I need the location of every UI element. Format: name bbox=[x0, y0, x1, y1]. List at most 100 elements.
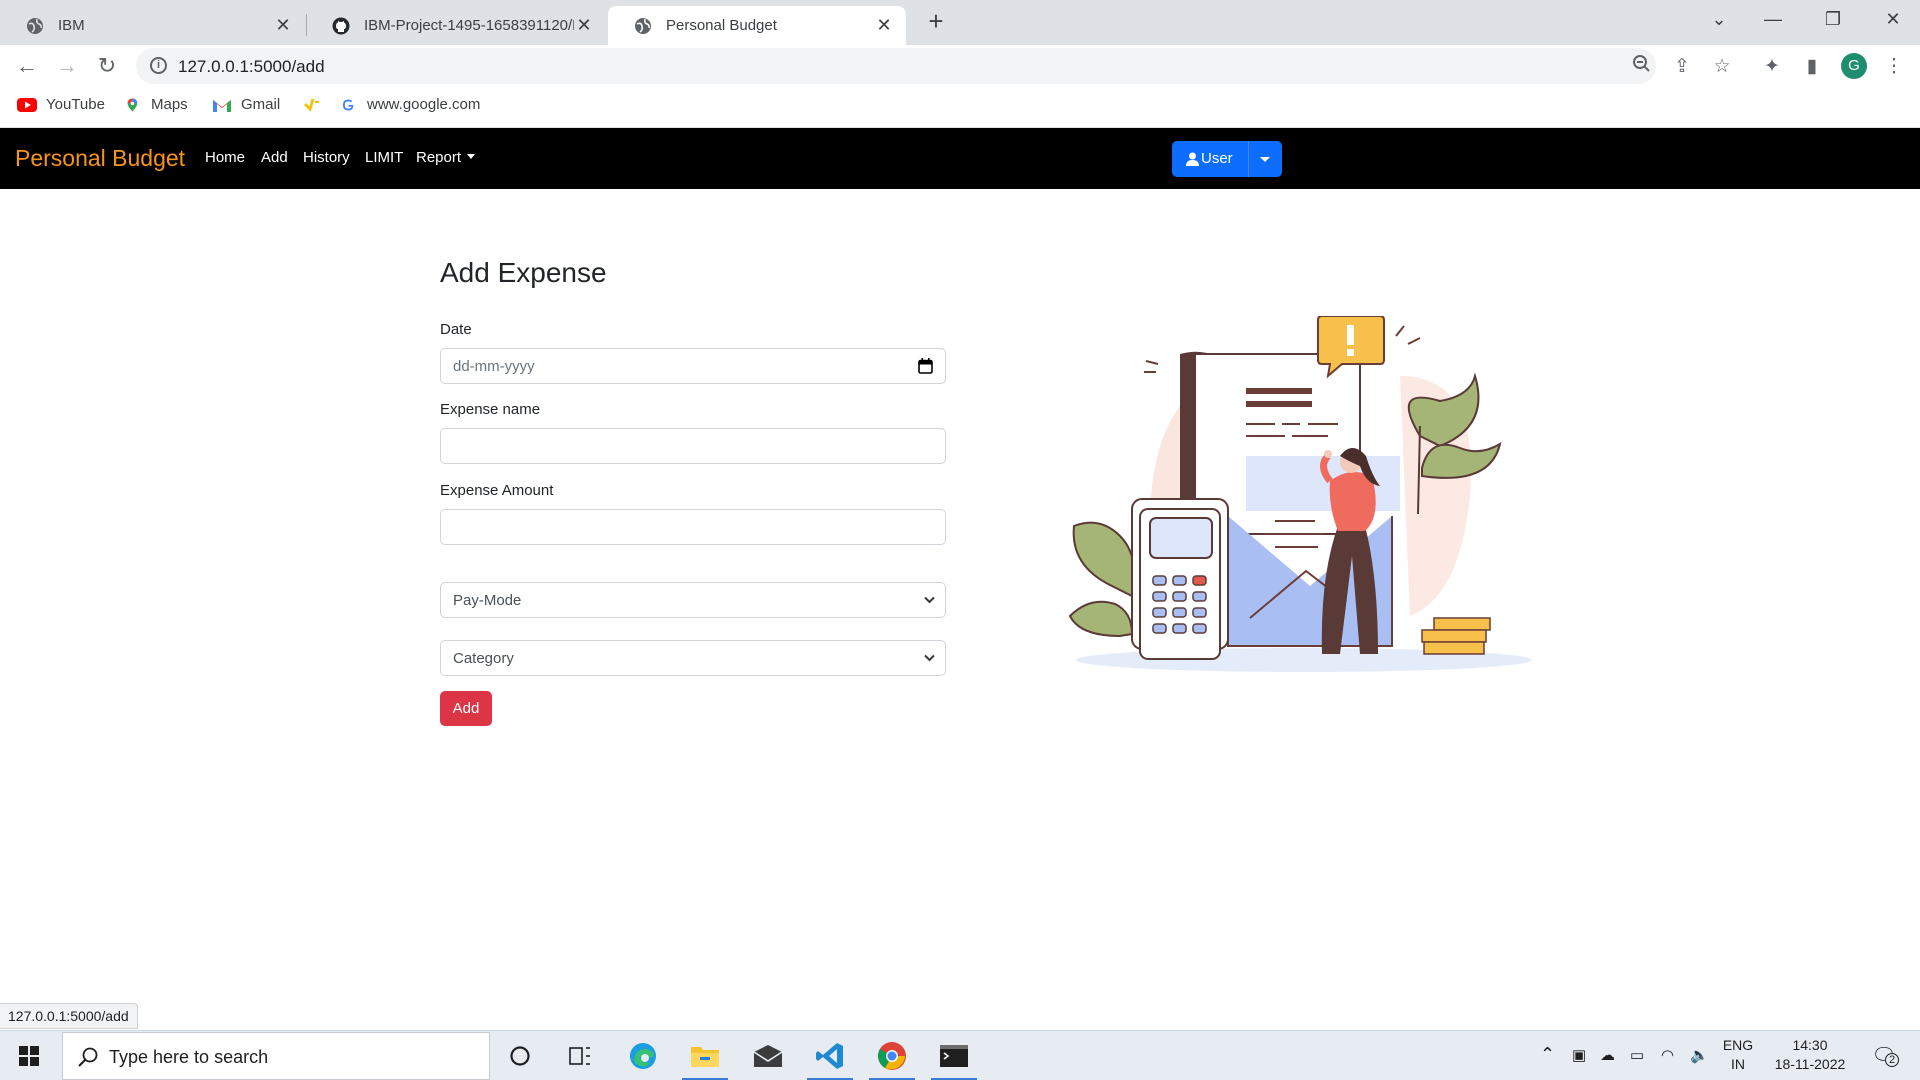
expense-name-label: Expense name bbox=[440, 401, 541, 418]
paymode-selected: Pay-Mode bbox=[453, 591, 522, 609]
bookmark-star-icon[interactable]: ☆ bbox=[1709, 54, 1735, 80]
nav-history[interactable]: History bbox=[303, 149, 350, 166]
category-select[interactable]: Category bbox=[440, 640, 946, 676]
category-selected: Category bbox=[453, 649, 514, 667]
forward-button[interactable]: → bbox=[52, 51, 82, 81]
expense-amount-input[interactable] bbox=[440, 509, 946, 545]
windows-start-icon[interactable] bbox=[19, 1046, 39, 1066]
language-code: ENG bbox=[1722, 1037, 1754, 1053]
brand-logo[interactable]: Personal Budget bbox=[15, 145, 185, 172]
bookmark-youtube[interactable]: YouTube bbox=[17, 96, 105, 113]
url-text[interactable]: 127.0.0.1:5000/add bbox=[178, 57, 325, 77]
volume-icon[interactable]: 🔈 bbox=[1690, 1046, 1709, 1064]
tab-search-icon[interactable]: ⌄ bbox=[1699, 6, 1739, 32]
bookmarks-bar: YouTube Maps Gmail www.google.com bbox=[0, 87, 1920, 128]
github-icon bbox=[332, 17, 350, 34]
onedrive-icon[interactable]: ☁ bbox=[1600, 1046, 1615, 1064]
back-button[interactable]: ← bbox=[12, 51, 42, 81]
close-window-button[interactable]: ✕ bbox=[1873, 6, 1913, 32]
windows-taskbar: Type here to search ⌃ ▣ ☁ ▭ ◠ 🔈 ENG IN 1… bbox=[0, 1030, 1920, 1080]
battery-icon[interactable]: ▭ bbox=[1630, 1046, 1644, 1064]
nav-report-dropdown[interactable]: Report bbox=[416, 149, 476, 166]
bookmark-google[interactable]: www.google.com bbox=[342, 96, 480, 113]
extensions-icon[interactable]: ✦ bbox=[1759, 54, 1785, 80]
menu-icon[interactable]: ⋮ bbox=[1881, 54, 1907, 80]
close-tab-icon[interactable]: ✕ bbox=[273, 15, 293, 36]
clock[interactable]: 14:30 18-11-2022 bbox=[1765, 1036, 1855, 1074]
region-code: IN bbox=[1731, 1056, 1745, 1072]
bookmark-label: Maps bbox=[151, 96, 188, 113]
notifications-icon[interactable]: 🗨 2 bbox=[1869, 1043, 1899, 1068]
wifi-icon[interactable]: ◠ bbox=[1661, 1046, 1674, 1064]
bookmark-label: YouTube bbox=[46, 96, 105, 113]
vscode-icon[interactable] bbox=[807, 1039, 853, 1080]
search-placeholder: Type here to search bbox=[109, 1047, 269, 1067]
site-info-icon[interactable]: i bbox=[150, 57, 167, 74]
restore-button[interactable]: ❐ bbox=[1813, 6, 1853, 32]
taskbar-search-box[interactable]: Type here to search bbox=[62, 1032, 490, 1080]
close-tab-icon[interactable]: ✕ bbox=[874, 15, 894, 36]
mail-icon[interactable] bbox=[751, 1039, 785, 1073]
globe-icon bbox=[27, 17, 43, 34]
edge-icon[interactable] bbox=[626, 1039, 660, 1073]
minimize-button[interactable]: — bbox=[1753, 6, 1793, 32]
tab-personal-budget[interactable]: Personal Budget ✕ bbox=[608, 6, 906, 45]
address-bar[interactable]: i 127.0.0.1:5000/add bbox=[136, 48, 1656, 84]
tab-title: Personal Budget bbox=[666, 17, 777, 34]
meet-now-icon[interactable]: ▣ bbox=[1572, 1046, 1586, 1064]
browser-toolbar: ← → ↻ i 127.0.0.1:5000/add ⇪ ☆ ✦ ▮ ⋮ bbox=[0, 45, 1920, 87]
bookmark-app[interactable] bbox=[302, 96, 331, 112]
profile-avatar[interactable]: G bbox=[1841, 53, 1867, 79]
youtube-icon bbox=[17, 97, 37, 112]
expense-amount-label: Expense Amount bbox=[440, 482, 554, 499]
chrome-icon[interactable] bbox=[869, 1039, 915, 1080]
user-dropdown-toggle-icon[interactable] bbox=[1260, 157, 1270, 162]
nav-limit[interactable]: LIMIT bbox=[365, 149, 403, 166]
globe-icon bbox=[635, 17, 651, 34]
chevron-down-icon bbox=[924, 596, 935, 604]
input-language[interactable]: ENG IN bbox=[1720, 1036, 1756, 1074]
share-icon[interactable]: ⇪ bbox=[1669, 54, 1695, 80]
maps-icon bbox=[127, 98, 138, 111]
add-expense-button[interactable]: Add bbox=[440, 691, 492, 726]
app-navbar: Personal Budget Home Add History LIMIT R… bbox=[0, 128, 1920, 189]
tab-github[interactable]: IBM-Project-1495-1658391120/P ✕ bbox=[306, 6, 606, 45]
tab-ibm[interactable]: IBM ✕ bbox=[0, 6, 305, 45]
browser-tab-bar: IBM ✕ IBM-Project-1495-1658391120/P ✕ Pe… bbox=[0, 0, 1920, 45]
expense-name-input[interactable] bbox=[440, 428, 946, 464]
terminal-icon[interactable] bbox=[931, 1039, 977, 1080]
bookmark-label: Gmail bbox=[241, 96, 281, 113]
file-explorer-icon[interactable] bbox=[682, 1039, 728, 1080]
bookmark-gmail[interactable]: Gmail bbox=[212, 96, 280, 113]
budget-illustration bbox=[1068, 316, 1532, 672]
nav-home[interactable]: Home bbox=[205, 149, 245, 166]
search-icon bbox=[78, 1047, 98, 1067]
date-input[interactable]: dd-mm-yyyy bbox=[440, 348, 946, 384]
status-bubble: 127.0.0.1:5000/add bbox=[0, 1003, 138, 1029]
bookmark-app-icon bbox=[303, 98, 319, 112]
tab-title: IBM-Project-1495-1658391120/P bbox=[364, 17, 574, 34]
cortana-icon[interactable] bbox=[503, 1039, 537, 1073]
new-tab-button[interactable]: + bbox=[921, 6, 951, 36]
user-button-label: User bbox=[1201, 150, 1233, 167]
nav-add[interactable]: Add bbox=[261, 149, 288, 166]
date-label: Date bbox=[440, 321, 472, 338]
google-icon bbox=[342, 99, 354, 110]
page-title: Add Expense bbox=[440, 257, 607, 288]
user-button-content: User bbox=[1186, 150, 1233, 167]
calendar-icon[interactable] bbox=[918, 358, 933, 374]
reload-button[interactable]: ↻ bbox=[92, 51, 122, 81]
split-divider bbox=[1248, 141, 1249, 177]
show-hidden-icons[interactable]: ⌃ bbox=[1540, 1044, 1555, 1065]
date-placeholder: dd-mm-yyyy bbox=[453, 357, 535, 375]
side-panel-icon[interactable]: ▮ bbox=[1799, 54, 1825, 80]
zoom-icon[interactable] bbox=[1628, 54, 1654, 78]
chevron-down-icon bbox=[924, 654, 935, 662]
paymode-select[interactable]: Pay-Mode bbox=[440, 582, 946, 618]
caret-down-icon bbox=[467, 154, 476, 159]
user-menu-button[interactable]: User bbox=[1172, 141, 1282, 177]
task-view-icon[interactable] bbox=[563, 1039, 597, 1073]
close-tab-icon[interactable]: ✕ bbox=[574, 15, 594, 36]
bookmark-maps[interactable]: Maps bbox=[126, 96, 188, 113]
gmail-icon bbox=[213, 99, 231, 112]
